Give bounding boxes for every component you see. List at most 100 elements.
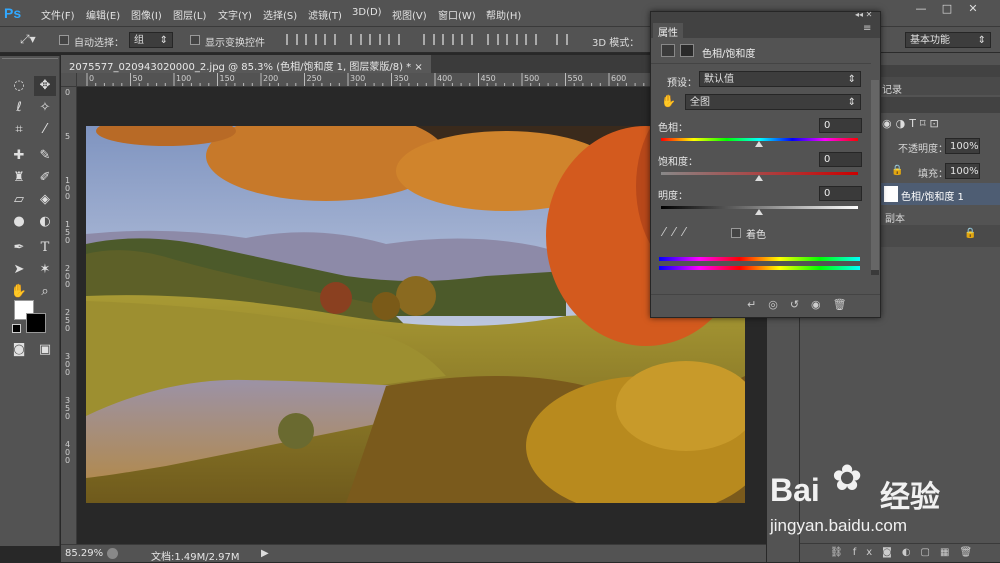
blur-tool-icon[interactable]: ● [8, 212, 30, 232]
menu-file[interactable]: 文件(F) [41, 7, 75, 22]
fill-label: 填充： [918, 169, 948, 180]
align-vcenter-icon[interactable] [305, 34, 317, 45]
align-right-icon[interactable] [388, 34, 400, 45]
ruler-vertical[interactable]: 0 5 100 150 200 250 300 350 400 [61, 87, 77, 544]
ruler-origin[interactable] [61, 73, 77, 87]
move-tool-icon[interactable]: ✥ [34, 76, 56, 96]
history-brush-icon[interactable]: ✐ [34, 168, 56, 188]
minimize-button[interactable]: — [908, 0, 934, 20]
layer-filter-icons[interactable]: ◉◑T⌑⊡ [882, 117, 943, 130]
autumn-landscape-image[interactable] [86, 126, 745, 503]
history-tab-label[interactable]: 记录 [882, 81, 902, 96]
show-transform-checkbox[interactable] [190, 35, 200, 45]
lock-icon[interactable]: 🔒 [891, 165, 903, 176]
saturation-slider-thumb[interactable] [755, 175, 763, 181]
menu-3d[interactable]: 3D(D) [352, 7, 382, 18]
zoom-level[interactable]: 85.29% [65, 548, 103, 559]
auto-select-label: 自动选择： [74, 38, 124, 49]
clone-stamp-icon[interactable]: ♜ [8, 168, 30, 188]
properties-tab[interactable]: 属性 [653, 23, 683, 40]
workspace-dropdown[interactable]: 基本功能 ⇕ [905, 32, 991, 48]
lasso-tool-icon[interactable]: ℓ [8, 98, 30, 118]
document-tab[interactable]: 2075577_020943020000_2.jpg @ 85.3% (色相/饱… [61, 55, 431, 73]
watermark-brand: Bai [770, 472, 820, 508]
hand-tool-icon[interactable]: ✋ [8, 282, 30, 302]
distribute-hcenter-icon[interactable] [506, 34, 518, 45]
range-dropdown[interactable]: 全图 ⇕ [685, 94, 861, 110]
paint-bucket-icon[interactable]: ◈ [34, 190, 56, 210]
auto-align-icon[interactable] [556, 34, 568, 45]
menu-layer[interactable]: 图层(L) [173, 7, 206, 22]
layer-row-adjustment[interactable]: 色相/饱和度 1 [880, 183, 1000, 205]
menu-view[interactable]: 视图(V) [392, 7, 427, 22]
fill-field[interactable]: 100% [945, 163, 980, 179]
path-selection-icon[interactable]: ➤ [8, 260, 30, 280]
opacity-field[interactable]: 100% [945, 138, 980, 154]
close-tab-icon[interactable]: × [414, 62, 422, 73]
auto-select-checkbox[interactable] [59, 35, 69, 45]
properties-footer-icons[interactable]: ↵◎↺◉🗑 [747, 298, 859, 311]
eyedropper-icon[interactable]: ⁄ [34, 120, 56, 140]
menu-filter[interactable]: 滤镜(T) [308, 7, 342, 22]
default-colors-icon[interactable] [12, 324, 21, 333]
eyedropper-tools-icon[interactable]: ⁄⁄⁄ [663, 225, 693, 239]
menu-help[interactable]: 帮助(H) [486, 7, 521, 22]
auto-select-dropdown[interactable]: 组 ⇕ [129, 32, 173, 48]
close-window-button[interactable]: ✕ [960, 0, 986, 20]
status-bar: 85.29% 文档:1.49M/2.97M ▶ [61, 544, 766, 563]
marquee-tool-icon[interactable]: ◌ [8, 76, 30, 96]
layer-footer-icons[interactable]: ⛓fx◙◐▢▦🗑 [830, 547, 982, 558]
properties-scrollbar[interactable] [871, 80, 879, 275]
menu-image[interactable]: 图像(I) [131, 7, 162, 22]
ruler-tick-label: 150 [219, 74, 235, 83]
healing-brush-icon[interactable]: ✚ [8, 146, 30, 166]
panel-menu-icon[interactable]: ≡ [863, 23, 871, 34]
distribute-left-icon[interactable] [487, 34, 499, 45]
quick-mask-icon[interactable]: ◙ [8, 340, 30, 360]
maximize-button[interactable]: □ [934, 0, 960, 20]
align-bottom-icon[interactable] [324, 34, 336, 45]
distribute-right-icon[interactable] [525, 34, 537, 45]
colorize-checkbox[interactable] [731, 228, 741, 238]
distribute-top-icon[interactable] [423, 34, 435, 45]
background-layer-row[interactable]: 🔒 [880, 225, 1000, 247]
menu-window[interactable]: 窗口(W) [438, 7, 476, 22]
collapse-panel-icon[interactable]: ◂◂ ✕ [855, 10, 872, 19]
layer-copy-name[interactable]: 副本 [885, 210, 905, 225]
lightness-slider-thumb[interactable] [755, 209, 763, 215]
crop-tool-icon[interactable]: ⌗ [8, 120, 30, 140]
saturation-input[interactable]: 0 [819, 152, 862, 167]
status-info-icon[interactable] [107, 548, 118, 559]
move-tool-preset-icon[interactable]: ⤢▾ [20, 32, 36, 47]
status-menu-arrow-icon[interactable]: ▶ [261, 548, 269, 559]
zoom-tool-icon[interactable]: ⌕ [34, 282, 56, 302]
menu-edit[interactable]: 编辑(E) [86, 7, 120, 22]
mask-icon[interactable] [680, 44, 694, 57]
menu-type[interactable]: 文字(Y) [218, 7, 252, 22]
background-color-swatch[interactable] [26, 313, 46, 333]
align-left-icon[interactable] [350, 34, 362, 45]
distribute-vcenter-icon[interactable] [442, 34, 454, 45]
align-top-icon[interactable] [286, 34, 298, 45]
hue-slider-thumb[interactable] [755, 141, 763, 147]
hue-input[interactable]: 0 [819, 118, 862, 133]
dodge-tool-icon[interactable]: ◐ [34, 212, 56, 232]
preset-dropdown[interactable]: 默认值 ⇕ [699, 71, 861, 87]
type-tool-icon[interactable]: T [34, 238, 56, 258]
align-hcenter-icon[interactable] [369, 34, 381, 45]
toolbox-grip[interactable] [2, 58, 58, 64]
lightness-input[interactable]: 0 [819, 186, 862, 201]
custom-shape-icon[interactable]: ✶ [34, 260, 56, 280]
brush-tool-icon[interactable]: ✎ [34, 146, 56, 166]
menu-select[interactable]: 选择(S) [263, 7, 297, 22]
properties-titlebar[interactable]: ◂◂ ✕ [651, 10, 880, 21]
distribute-bottom-icon[interactable] [461, 34, 473, 45]
magic-wand-icon[interactable]: ✧ [34, 98, 56, 118]
eraser-tool-icon[interactable]: ▱ [8, 190, 30, 210]
screen-mode-icon[interactable]: ▣ [34, 340, 56, 360]
targeted-adjustment-icon[interactable]: ✋ [661, 94, 676, 108]
ruler-tick-label: 0 [89, 74, 95, 83]
lightness-label: 明度： [658, 191, 688, 202]
pen-tool-icon[interactable]: ✒ [8, 238, 30, 258]
chevron-down-icon: ⇕ [159, 35, 168, 46]
